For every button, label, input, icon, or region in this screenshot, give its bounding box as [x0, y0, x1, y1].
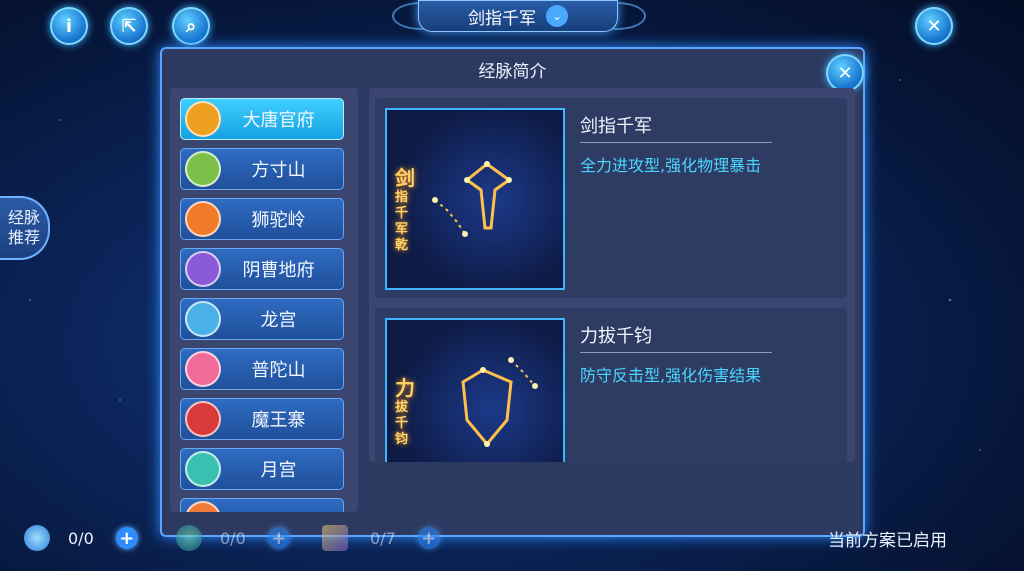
faction-item-partial[interactable]	[180, 498, 344, 512]
school-list[interactable]: 剑 指 千 军 乾 剑指千军 全力进攻型,强化物理暴击 力 拔 千 钧 力拔千钧…	[369, 88, 855, 462]
resource-2-value: 0/0	[220, 528, 246, 548]
scheme-selector[interactable]: 剑指千军 ⌄	[418, 0, 618, 32]
school-card[interactable]: 力 拔 千 钧 力拔千钧 防守反击型,强化伤害结果	[375, 308, 847, 462]
school-description: 防守反击型,强化伤害结果	[580, 366, 762, 385]
faction-emblem-icon	[185, 251, 221, 287]
close-icon: ✕	[837, 62, 853, 84]
search-button[interactable]: ⌕	[172, 7, 210, 45]
add-resource-1-button[interactable]: +	[115, 527, 138, 549]
school-illustration: 力 拔 千 钧	[385, 318, 565, 462]
resource-2: 0/0 +	[176, 522, 290, 554]
faction-emblem-icon	[185, 451, 221, 487]
faction-name: 月宫	[260, 460, 297, 481]
school-name: 剑指千军	[580, 116, 652, 137]
search-icon: ⌕	[185, 15, 197, 37]
faction-name: 普陀山	[251, 360, 306, 381]
faction-name: 方寸山	[251, 160, 306, 181]
faction-item[interactable]: 普陀山	[180, 348, 344, 390]
faction-name: 大唐官府	[242, 110, 315, 131]
add-resource-3-button[interactable]: +	[417, 527, 440, 549]
school-calligraphy: 力 拔 千 钧	[395, 376, 415, 447]
resource-1: 0/0 +	[24, 522, 138, 554]
info-button[interactable]: i	[50, 7, 88, 45]
school-calligraphy: 剑 指 千 军 乾	[395, 166, 415, 253]
school-illustration: 剑 指 千 军 乾	[385, 108, 565, 290]
faction-emblem-icon	[185, 501, 221, 512]
plus-icon: +	[119, 527, 135, 549]
plus-icon: +	[271, 527, 287, 549]
side-tab-label-1: 经脉	[7, 208, 40, 227]
side-tab-label-2: 推荐	[7, 228, 40, 247]
resource-1-value: 0/0	[68, 528, 94, 548]
dialog-title: 经脉简介	[478, 62, 547, 82]
add-resource-2-button[interactable]: +	[267, 527, 290, 549]
faction-item[interactable]: 龙宫	[180, 298, 344, 340]
blue-orb-icon	[24, 525, 50, 551]
close-icon: ✕	[926, 15, 942, 37]
faction-item[interactable]: 魔王寨	[180, 398, 344, 440]
faction-name: 狮驼岭	[251, 210, 306, 231]
school-card[interactable]: 剑 指 千 军 乾 剑指千军 全力进攻型,强化物理暴击	[375, 98, 847, 298]
chevron-down-icon[interactable]: ⌄	[546, 5, 568, 27]
scheme-status: 当前方案已启用	[828, 530, 947, 551]
faction-emblem-icon	[185, 101, 221, 137]
faction-name: 魔王寨	[251, 410, 306, 431]
school-description: 全力进攻型,强化物理暴击	[580, 156, 762, 175]
plus-icon: +	[421, 527, 437, 549]
faction-name: 阴曹地府	[242, 260, 315, 281]
scroll-item-icon	[322, 525, 348, 551]
resource-3: 0/7 +	[322, 522, 440, 554]
faction-list[interactable]: 大唐官府 方寸山 狮驼岭 阴曹地府 龙宫 普陀山 魔王寨 月宫	[170, 88, 358, 512]
faction-item[interactable]: 大唐官府	[180, 98, 344, 140]
info-icon: i	[65, 15, 73, 37]
share-icon: ⇱	[121, 15, 137, 37]
share-button[interactable]: ⇱	[110, 7, 148, 45]
faction-emblem-icon	[185, 201, 221, 237]
divider	[580, 352, 772, 353]
school-name: 力拔千钧	[580, 326, 652, 347]
green-orb-icon	[176, 525, 202, 551]
dialog-close-button[interactable]: ✕	[826, 54, 864, 92]
close-screen-button[interactable]: ✕	[915, 7, 953, 45]
faction-name: 龙宫	[260, 310, 297, 331]
faction-item[interactable]: 月宫	[180, 448, 344, 490]
scheme-title: 剑指千军	[468, 8, 536, 29]
faction-emblem-icon	[185, 301, 221, 337]
resource-3-value: 0/7	[370, 528, 396, 548]
divider	[580, 142, 772, 143]
faction-item[interactable]: 狮驼岭	[180, 198, 344, 240]
faction-item[interactable]: 方寸山	[180, 148, 344, 190]
faction-item[interactable]: 阴曹地府	[180, 248, 344, 290]
faction-emblem-icon	[185, 401, 221, 437]
faction-emblem-icon	[185, 351, 221, 387]
faction-emblem-icon	[185, 151, 221, 187]
